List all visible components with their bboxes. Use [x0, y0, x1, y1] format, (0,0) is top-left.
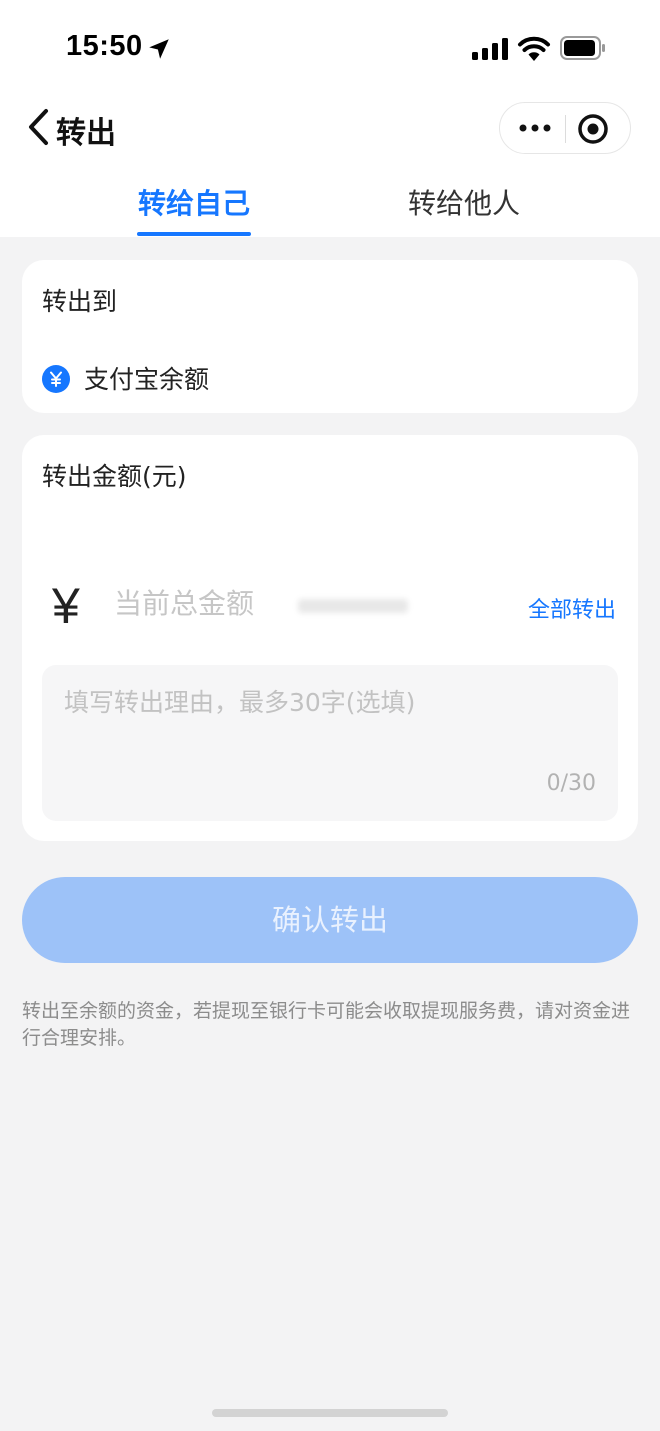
tab-transfer-to-others[interactable]: 转给他人 — [408, 182, 520, 222]
page-title: 转出 — [56, 116, 116, 151]
redacted-amount — [268, 575, 438, 635]
mini-program-capsule — [499, 102, 631, 154]
notice-text: 转出至余额的资金，若提现至银行卡可能会收取提现服务费，请对资金进行合理安排。 — [22, 1000, 631, 1049]
battery-icon — [560, 36, 605, 60]
location-arrow-icon — [149, 39, 169, 59]
transfer-all-link[interactable]: 全部转出 — [528, 592, 616, 624]
amount-label: 转出金额(元) — [42, 462, 187, 491]
destination-label: 转出到 — [42, 287, 118, 316]
destination-card: 转出到 支付宝余额 — [22, 260, 638, 413]
yuan-icon — [42, 365, 70, 393]
more-icon[interactable] — [514, 115, 556, 141]
home-indicator — [212, 1409, 448, 1417]
active-tab-indicator — [137, 232, 251, 236]
reason-box: 0/30 — [42, 665, 618, 821]
target-icon[interactable] — [576, 112, 610, 146]
char-count: 0/30 — [546, 771, 596, 796]
reason-input[interactable] — [64, 683, 594, 773]
signal-icon — [472, 38, 508, 60]
status-time: 15:50 — [66, 30, 143, 62]
capsule-divider — [565, 115, 566, 143]
currency-symbol: ¥ — [52, 578, 80, 634]
confirm-transfer-button[interactable]: 确认转出 — [22, 877, 638, 963]
tab-transfer-to-self[interactable]: 转给自己 — [138, 182, 250, 222]
amount-card: 转出金额(元) ¥ 全部转出 0/30 — [22, 435, 638, 841]
wifi-icon — [518, 36, 550, 61]
destination-name[interactable]: 支付宝余额 — [84, 360, 209, 396]
back-button[interactable] — [20, 104, 60, 150]
